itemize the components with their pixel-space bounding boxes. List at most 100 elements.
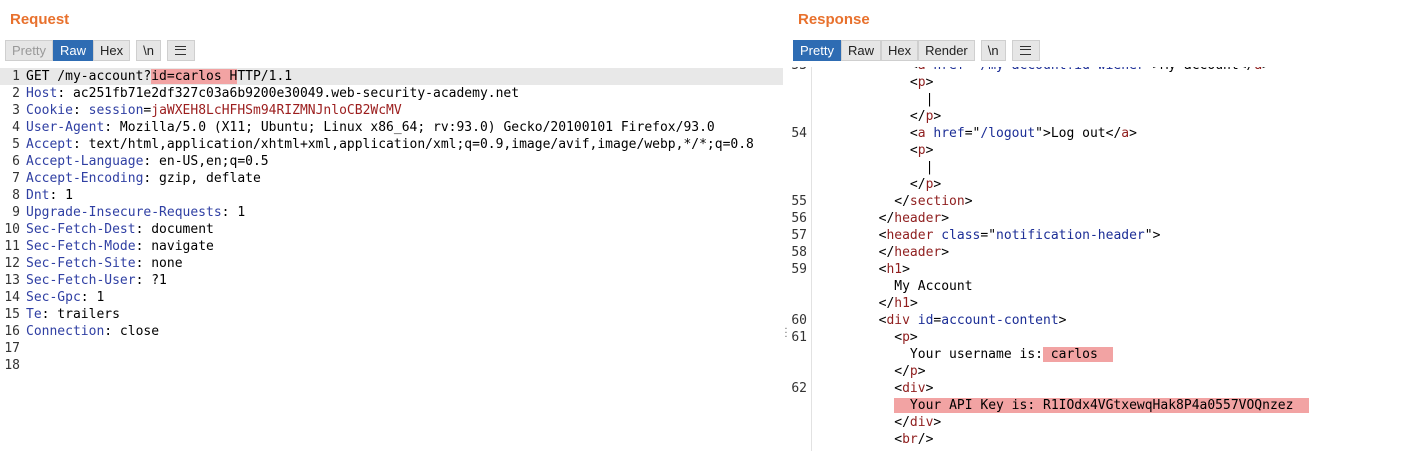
code-line[interactable]: 58 </header> <box>789 244 1402 261</box>
code-line[interactable]: <p> <box>789 142 1402 159</box>
line-text: <div> <box>816 380 933 397</box>
code-token: id <box>917 313 934 328</box>
code-line[interactable]: 1 GET /my-account?id=carlos HTTP/1.1 <box>0 68 783 85</box>
code-line[interactable]: </p> <box>789 176 1402 193</box>
code-token: ">Log out</ <box>1035 126 1122 141</box>
code-line[interactable]: | <box>789 159 1402 176</box>
code-line[interactable]: 3 Cookie: session=jaWXEH8LcHFHSm94RIZMNJn… <box>0 102 783 119</box>
code-line[interactable]: 60 <div id=account-content> <box>789 312 1402 329</box>
code-line[interactable]: 2 Host: ac251fb71e2df327c03a6b9200e30049.… <box>0 85 783 102</box>
code-line[interactable]: 9 Upgrade-Insecure-Requests: 1 <box>0 204 783 221</box>
code-line[interactable]: My Account <box>789 278 1402 295</box>
code-line[interactable]: 18 <box>0 357 783 374</box>
response-hex-tab[interactable]: Hex <box>880 40 919 61</box>
code-line[interactable]: 5 Accept: text/html,application/xhtml+xml… <box>0 136 783 153</box>
code-line[interactable]: </h1> <box>789 295 1402 312</box>
code-token: Sec-Gpc <box>26 290 81 305</box>
response-pretty-tab[interactable]: Pretty <box>793 40 841 61</box>
code-token: a <box>918 67 926 73</box>
code-line[interactable]: <br/> <box>789 431 1402 448</box>
code-token: div <box>909 415 934 430</box>
line-text: </p> <box>816 176 941 193</box>
line-text: Sec-Fetch-User: ?1 <box>26 272 167 289</box>
code-token: Sec-Fetch-User <box>26 273 136 288</box>
code-line[interactable]: 4 User-Agent: Mozilla/5.0 (X11; Ubuntu; L… <box>0 119 783 136</box>
code-token: a <box>917 126 926 141</box>
code-token: : document <box>135 222 214 237</box>
request-pane: Request Pretty Raw Hex \n 1 GET /my-accou… <box>0 0 783 451</box>
line-text: Upgrade-Insecure-Requests: 1 <box>26 204 245 221</box>
line-text: Dnt: 1 <box>26 187 73 204</box>
response-editor[interactable]: 53 <a href="/my-account?id=wiener">My ac… <box>789 67 1402 451</box>
code-token: : text/html,application/xhtml+xml,applic… <box>72 137 754 152</box>
code-token: </ <box>816 211 895 226</box>
code-token: h1 <box>886 262 903 277</box>
line-number: 16 <box>4 324 20 339</box>
line-text: | <box>816 91 934 108</box>
request-newline-toggle[interactable]: \n <box>136 40 161 61</box>
code-line[interactable]: 53 <a href="/my-account?id=wiener">My ac… <box>789 67 1402 74</box>
code-line[interactable]: 55 </section> <box>789 193 1402 210</box>
request-editor[interactable]: 1 GET /my-account?id=carlos HTTP/1.1 2 Host… <box>0 67 783 451</box>
code-line[interactable]: <p> <box>789 74 1402 91</box>
line-number: 6 <box>12 154 20 169</box>
code-line[interactable]: 56 </header> <box>789 210 1402 227</box>
code-token: section <box>909 194 965 209</box>
code-line[interactable]: </p> <box>789 108 1402 125</box>
request-raw-tab[interactable]: Raw <box>52 40 93 61</box>
code-line[interactable]: </div> <box>789 414 1402 431</box>
code-line[interactable]: 14 Sec-Gpc: 1 <box>0 289 783 306</box>
code-token: : trailers <box>41 307 120 322</box>
code-token: > <box>1262 67 1270 73</box>
line-text: Accept: text/html,application/xhtml+xml,… <box>26 136 754 153</box>
code-token: h1 <box>894 296 910 311</box>
line-number: 11 <box>4 239 20 254</box>
code-line[interactable]: 57 <header class="notification-header"> <box>789 227 1402 244</box>
request-pretty-tab[interactable]: Pretty <box>5 40 53 61</box>
line-number: 12 <box>4 256 20 271</box>
code-token: </ <box>816 245 895 260</box>
line-number: 14 <box>4 290 20 305</box>
code-line[interactable]: 6 Accept-Language: en-US,en;q=0.5 <box>0 153 783 170</box>
code-line[interactable]: 13 Sec-Fetch-User: ?1 <box>0 272 783 289</box>
code-line[interactable]: 16 Connection: close <box>0 323 783 340</box>
code-token: Accept-Language <box>26 154 144 169</box>
code-line[interactable]: Your username is: carlos <box>789 346 1402 363</box>
code-line[interactable]: 11 Sec-Fetch-Mode: navigate <box>0 238 783 255</box>
code-line[interactable]: 61 <p> <box>789 329 1402 346</box>
code-line[interactable]: 59 <h1> <box>789 261 1402 278</box>
code-line[interactable]: | <box>789 91 1402 108</box>
line-text: <header class="notification-header"> <box>816 227 1161 244</box>
code-token: GET /my-account? <box>26 69 152 84</box>
code-line[interactable]: 8 Dnt: 1 <box>0 187 783 204</box>
response-newline-toggle[interactable]: \n <box>980 40 1006 61</box>
request-menu-button[interactable] <box>166 40 195 61</box>
response-render-tab[interactable]: Render <box>918 40 975 61</box>
code-token: href <box>933 126 965 141</box>
code-token: > <box>909 296 918 311</box>
code-token: a <box>1254 67 1262 73</box>
code-line[interactable]: 17 <box>0 340 783 357</box>
code-token: : en-US,en;q=0.5 <box>143 154 269 169</box>
code-line[interactable]: </p> <box>789 363 1402 380</box>
code-line[interactable]: 62 <div> <box>789 380 1402 397</box>
response-menu-button[interactable] <box>1011 40 1040 61</box>
line-text: <div id=account-content> <box>816 312 1067 329</box>
response-raw-tab[interactable]: Raw <box>840 40 881 61</box>
request-hex-tab[interactable]: Hex <box>92 40 131 61</box>
code-token: : navigate <box>135 239 214 254</box>
code-line[interactable]: 10 Sec-Fetch-Dest: document <box>0 221 783 238</box>
code-token: Sec-Fetch-Dest <box>26 222 136 237</box>
code-line[interactable]: 54 <a href="/logout">Log out</a> <box>789 125 1402 142</box>
code-token: =" <box>980 228 997 243</box>
code-line[interactable]: 12 Sec-Fetch-Site: none <box>0 255 783 272</box>
code-line[interactable]: 7 Accept-Encoding: gzip, deflate <box>0 170 783 187</box>
line-number: 55 <box>791 194 807 209</box>
code-line[interactable]: 15 Te: trailers <box>0 306 783 323</box>
highlighted-text: id=carlos H <box>151 69 238 84</box>
line-text: Cookie: session=jaWXEH8LcHFHSm94RIZMNJnl… <box>26 102 402 119</box>
code-line[interactable]: Your API Key is: R1IOdx4VGtxewqHak8P4a05… <box>789 397 1402 414</box>
code-token: p <box>902 330 910 345</box>
line-number: 56 <box>791 211 807 226</box>
code-token: href <box>933 67 964 73</box>
